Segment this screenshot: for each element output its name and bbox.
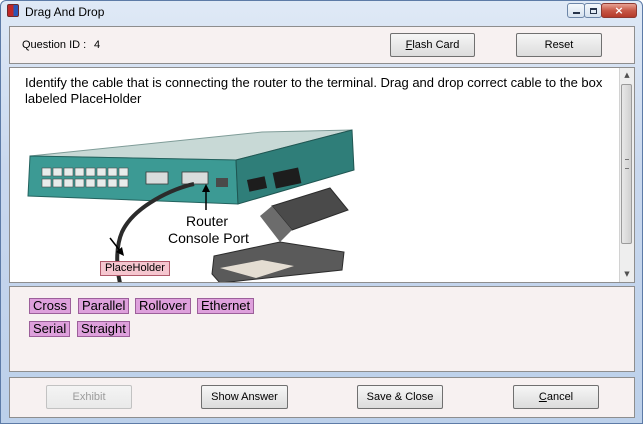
option-serial[interactable]: Serial xyxy=(29,321,71,337)
aux-port xyxy=(145,171,169,185)
power-switch xyxy=(216,178,228,187)
option-parallel[interactable]: Parallel xyxy=(78,298,130,314)
save-close-button[interactable]: Save & Close xyxy=(357,385,443,409)
app-icon xyxy=(7,4,19,17)
scroll-up-icon[interactable]: ▲ xyxy=(620,68,634,83)
reset-button[interactable]: Reset xyxy=(516,33,602,57)
question-id-label: Question ID : xyxy=(22,39,87,51)
option-cross[interactable]: Cross xyxy=(29,298,71,314)
minimize-icon xyxy=(572,12,580,14)
show-answer-button[interactable]: Show Answer xyxy=(201,385,288,409)
close-button[interactable]: × xyxy=(601,3,637,18)
flash-card-label-rest: lash Card xyxy=(412,39,460,51)
scroll-down-icon[interactable]: ▼ xyxy=(620,267,634,282)
console-port-label: Console Port xyxy=(168,230,249,246)
maximize-icon xyxy=(589,7,597,14)
option-rollover[interactable]: Rollover xyxy=(135,298,191,314)
question-header-panel: Question ID : 4 Flash Card Reset xyxy=(9,26,635,64)
cancel-label-rest: ancel xyxy=(546,391,574,403)
placeholder-drop-target[interactable]: PlaceHolder xyxy=(100,261,170,276)
maximize-button[interactable] xyxy=(584,3,602,18)
drag-and-drop-window: Drag And Drop × Question ID : 4 Flash Ca… xyxy=(0,0,643,424)
question-scrollbar[interactable]: ▲ ▼ xyxy=(619,68,634,282)
action-bar: Exhibit Show Answer Save & Close Cancel xyxy=(9,377,635,418)
question-text: Identify the cable that is connecting th… xyxy=(25,75,603,106)
close-icon: × xyxy=(614,4,624,17)
cancel-button[interactable]: Cancel xyxy=(513,385,599,409)
scroll-grip-icon xyxy=(625,159,629,169)
router-console-exhibit-image: Router Console Port xyxy=(24,126,436,282)
option-straight[interactable]: Straight xyxy=(77,321,130,337)
answer-options-panel: Cross Parallel Rollover Ethernet Serial … xyxy=(9,286,635,372)
minimize-button[interactable] xyxy=(567,3,585,18)
window-title: Drag And Drop xyxy=(25,5,105,19)
title-bar[interactable]: Drag And Drop × xyxy=(1,1,642,22)
console-port xyxy=(181,171,209,185)
router-label: Router xyxy=(186,213,228,229)
question-id-value: 4 xyxy=(94,39,101,51)
flash-card-mnemonic: F xyxy=(405,39,413,51)
cancel-mnemonic: C xyxy=(538,391,547,403)
flash-card-button[interactable]: Flash Card xyxy=(390,33,475,57)
question-panel: Identify the cable that is connecting th… xyxy=(9,67,635,283)
option-ethernet[interactable]: Ethernet xyxy=(197,298,255,314)
exhibit-button[interactable]: Exhibit xyxy=(46,385,132,409)
scroll-thumb[interactable] xyxy=(621,84,632,244)
